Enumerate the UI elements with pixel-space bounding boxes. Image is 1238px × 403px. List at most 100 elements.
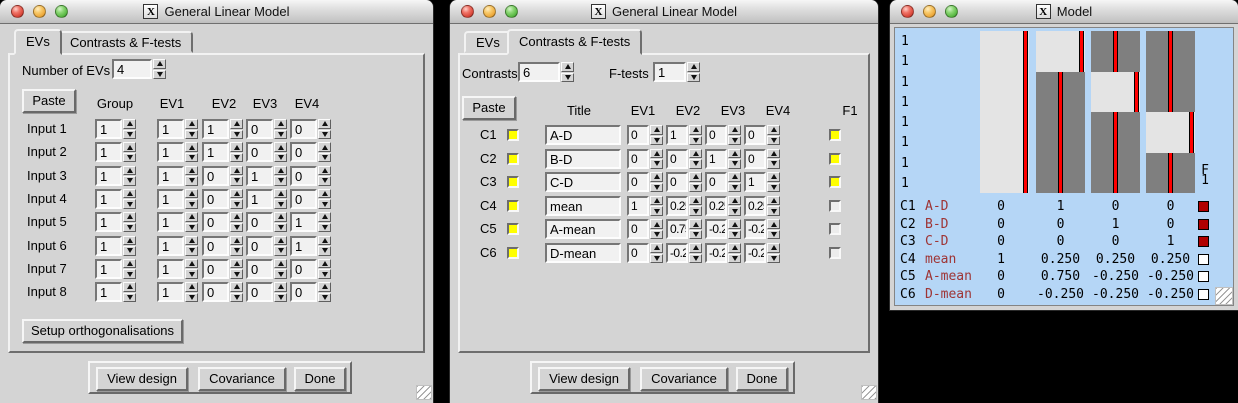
spin-up-button[interactable] xyxy=(230,282,243,292)
ev2-spinbox[interactable]: 0 xyxy=(202,282,243,302)
ev2-spinbox-value[interactable]: 0 xyxy=(666,149,688,169)
spin-down-button[interactable] xyxy=(274,269,287,279)
ev3-spinbox[interactable]: 0 xyxy=(246,212,287,232)
group-spinbox-value[interactable]: 1 xyxy=(95,166,122,186)
resize-grip[interactable] xyxy=(1215,287,1233,305)
ev4-spinbox-value[interactable]: 0 xyxy=(290,189,317,209)
ev1-spinbox-value[interactable]: 0 xyxy=(627,243,649,263)
group-spinbox-value[interactable]: 1 xyxy=(95,236,122,256)
ev1-spinbox[interactable]: 0 xyxy=(627,125,663,145)
title-bar[interactable]: X General Linear Model xyxy=(450,0,878,24)
spin-up-button[interactable] xyxy=(767,243,780,253)
spin-up-button[interactable] xyxy=(767,125,780,135)
ev4-spinbox-value[interactable]: 0 xyxy=(290,282,317,302)
spin-down-button[interactable] xyxy=(728,206,741,216)
ev1-spinbox[interactable]: 0 xyxy=(627,172,663,192)
spin-up-button[interactable] xyxy=(318,212,331,222)
spin-down-button[interactable] xyxy=(728,136,741,146)
f1-membership-checkbox[interactable] xyxy=(829,153,841,165)
ev3-spinbox[interactable]: 1 xyxy=(246,166,287,186)
spin-up-button[interactable] xyxy=(185,142,198,152)
spin-up-button[interactable] xyxy=(728,172,741,182)
spin-down-button[interactable] xyxy=(274,199,287,209)
spin-up-button[interactable] xyxy=(123,142,136,152)
tab-contrasts-ftests[interactable]: Contrasts & F-tests xyxy=(507,29,642,55)
ev3-spinbox[interactable]: 0 xyxy=(246,119,287,139)
spin-up-button[interactable] xyxy=(650,196,663,206)
ev1-spinbox-value[interactable]: 1 xyxy=(157,212,184,232)
ev1-spinbox-value[interactable]: 0 xyxy=(627,125,649,145)
spin-up-button[interactable] xyxy=(650,172,663,182)
spin-up-button[interactable] xyxy=(318,142,331,152)
contrast-enable-checkbox[interactable] xyxy=(507,153,519,165)
spin-down-button[interactable] xyxy=(123,130,136,140)
contrasts-count-spinbox[interactable]: 6 xyxy=(518,62,574,82)
spin-up-button[interactable] xyxy=(123,119,136,129)
group-spinbox-value[interactable]: 1 xyxy=(95,259,122,279)
spin-up-button[interactable] xyxy=(230,119,243,129)
spin-down-button[interactable] xyxy=(728,254,741,264)
spin-up-button[interactable] xyxy=(650,243,663,253)
ev1-spinbox-value[interactable]: 1 xyxy=(157,259,184,279)
ev2-spinbox[interactable]: 1 xyxy=(666,125,702,145)
ev1-spinbox-value[interactable]: 1 xyxy=(157,189,184,209)
ev2-spinbox[interactable]: 0 xyxy=(666,172,702,192)
ev3-spinbox-value[interactable]: 0 xyxy=(705,172,727,192)
number-of-evs-spinbox[interactable]: 4 xyxy=(112,59,166,79)
spin-down-button[interactable] xyxy=(123,176,136,186)
done-button[interactable]: Done xyxy=(294,367,346,391)
spin-up-button[interactable] xyxy=(767,149,780,159)
paste-button[interactable]: Paste xyxy=(22,89,76,113)
spin-down-button[interactable] xyxy=(274,246,287,256)
paste-button[interactable]: Paste xyxy=(462,96,516,120)
ev3-spinbox-value[interactable]: 1 xyxy=(246,166,273,186)
spin-down-button[interactable] xyxy=(185,153,198,163)
spin-up-button[interactable] xyxy=(561,62,574,72)
contrast-enable-checkbox[interactable] xyxy=(507,223,519,235)
contrast-enable-checkbox[interactable] xyxy=(507,176,519,188)
spin-up-button[interactable] xyxy=(185,282,198,292)
spin-down-button[interactable] xyxy=(561,73,574,83)
ev3-spinbox-value[interactable]: 0 xyxy=(246,142,273,162)
title-bar[interactable]: X General Linear Model xyxy=(0,0,433,24)
spin-down-button[interactable] xyxy=(318,223,331,233)
spin-down-button[interactable] xyxy=(687,73,700,83)
f1-membership-checkbox[interactable] xyxy=(829,129,841,141)
ev3-spinbox[interactable]: 0 xyxy=(705,125,741,145)
ev2-spinbox-value[interactable]: -0.2 xyxy=(666,243,688,263)
ev4-spinbox-value[interactable]: 1 xyxy=(290,212,317,232)
ev2-spinbox[interactable]: 0 xyxy=(202,236,243,256)
ev4-spinbox[interactable]: 1 xyxy=(290,236,331,256)
spin-up-button[interactable] xyxy=(185,166,198,176)
tab-evs[interactable]: EVs xyxy=(14,29,62,55)
contrast-title-field[interactable]: B-D xyxy=(545,149,621,169)
ftests-count-spinbox[interactable]: 1 xyxy=(653,62,700,82)
ev2-spinbox-value[interactable]: 0.75 xyxy=(666,219,688,239)
ev4-spinbox-value[interactable]: 1 xyxy=(744,172,766,192)
spin-down-button[interactable] xyxy=(123,223,136,233)
spin-down-button[interactable] xyxy=(318,176,331,186)
spin-up-button[interactable] xyxy=(274,166,287,176)
contrasts-count-spinbox-value[interactable]: 6 xyxy=(518,62,560,82)
spin-up-button[interactable] xyxy=(123,259,136,269)
spin-up-button[interactable] xyxy=(650,149,663,159)
spin-down-button[interactable] xyxy=(318,246,331,256)
spin-down-button[interactable] xyxy=(185,176,198,186)
ev2-spinbox[interactable]: 0.75 xyxy=(666,219,702,239)
spin-up-button[interactable] xyxy=(318,236,331,246)
spin-up-button[interactable] xyxy=(123,282,136,292)
ev1-spinbox[interactable]: 1 xyxy=(157,282,198,302)
close-button[interactable] xyxy=(11,5,24,18)
spin-down-button[interactable] xyxy=(689,254,702,264)
ev3-spinbox[interactable]: 1 xyxy=(246,189,287,209)
spin-up-button[interactable] xyxy=(185,119,198,129)
ev3-spinbox-value[interactable]: -0.2 xyxy=(705,243,727,263)
ev3-spinbox[interactable]: 0 xyxy=(246,142,287,162)
spin-down-button[interactable] xyxy=(650,183,663,193)
spin-up-button[interactable] xyxy=(230,212,243,222)
ev4-spinbox[interactable]: 0.25 xyxy=(744,196,780,216)
ev2-spinbox-value[interactable]: 0 xyxy=(202,236,229,256)
f1-membership-checkbox[interactable] xyxy=(829,223,841,235)
ev3-spinbox-value[interactable]: 1 xyxy=(246,189,273,209)
spin-down-button[interactable] xyxy=(689,230,702,240)
